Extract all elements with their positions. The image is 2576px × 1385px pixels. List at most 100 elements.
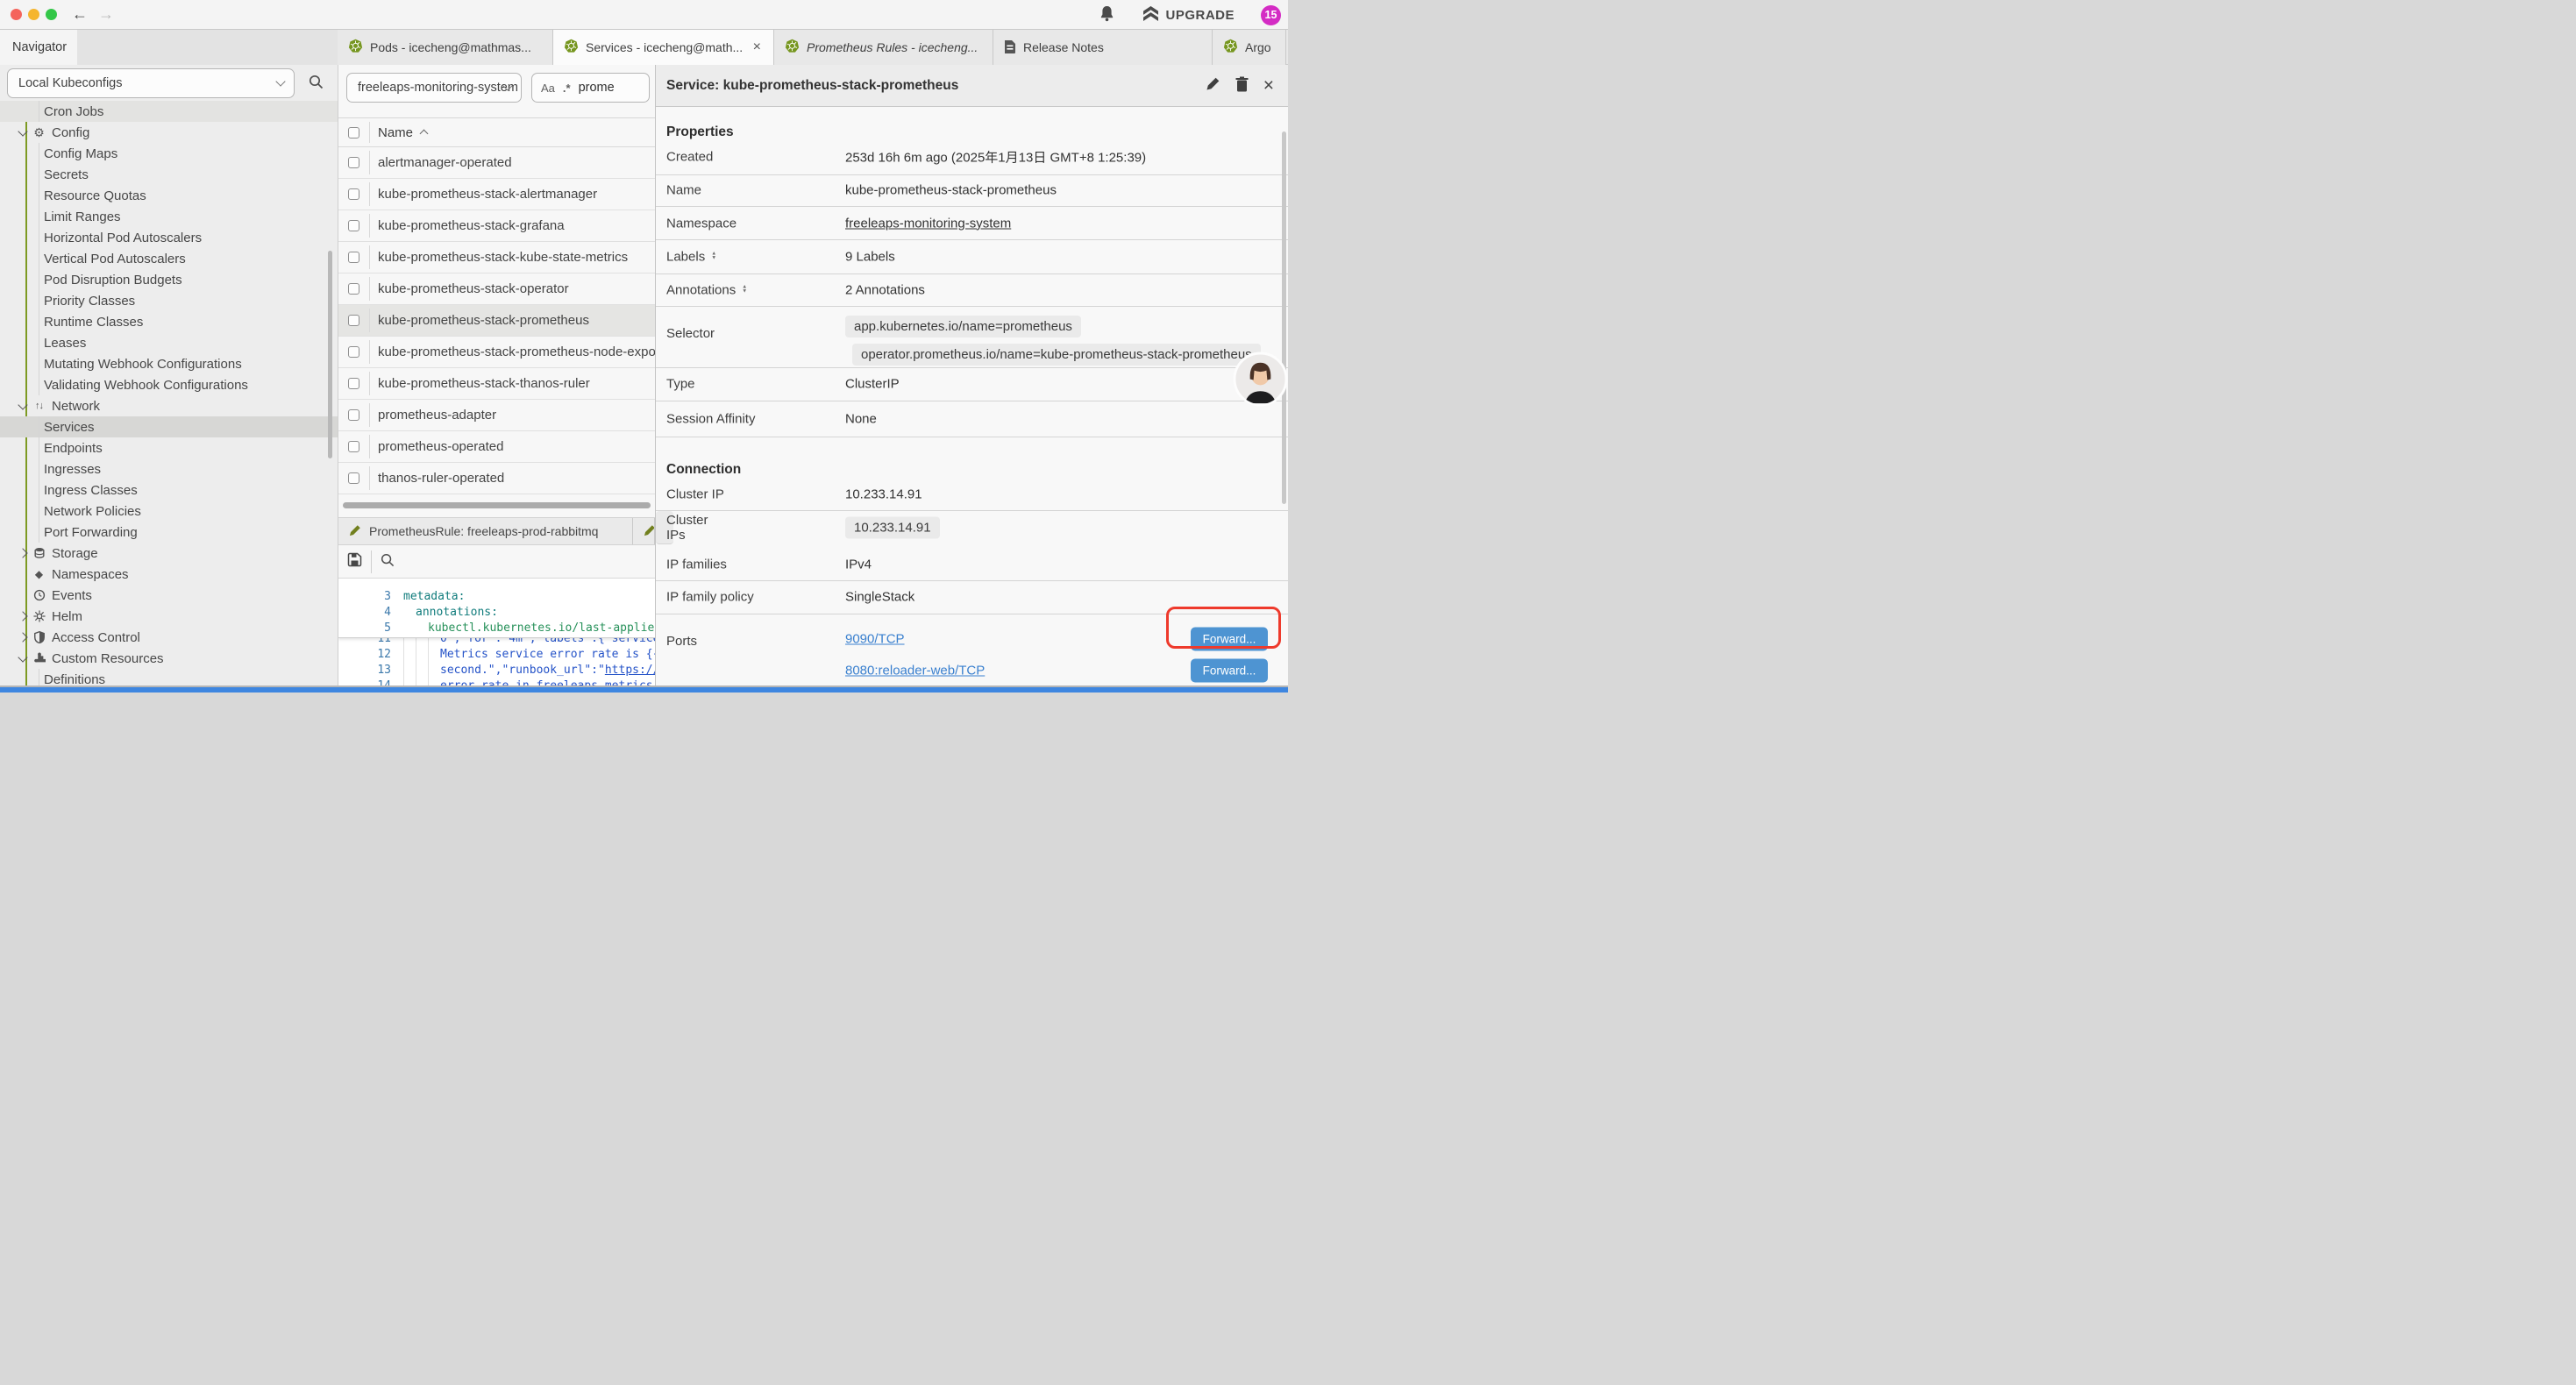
row-checkbox[interactable] <box>348 283 359 295</box>
namespace-link[interactable]: freeleaps-monitoring-system <box>845 216 1011 231</box>
sidebar-item-validating-webhook-configurations[interactable]: Validating Webhook Configurations <box>0 374 338 395</box>
editor-tab-partial[interactable] <box>633 518 655 544</box>
regex-toggle[interactable]: .* <box>563 82 571 95</box>
editor-tab-prometheusrule[interactable]: PrometheusRule: freeleaps-prod-rabbitmq <box>338 518 633 544</box>
sidebar-item-vertical-pod-autoscalers[interactable]: Vertical Pod Autoscalers <box>0 248 338 269</box>
kubeconfig-selector[interactable]: Local Kubeconfigs <box>7 68 295 98</box>
table-row[interactable]: kube-prometheus-stack-operator <box>338 273 655 305</box>
sidebar-item-access-control[interactable]: Access Control <box>0 627 338 648</box>
row-checkbox[interactable] <box>348 188 359 200</box>
sidebar-item-endpoints[interactable]: Endpoints <box>0 437 338 458</box>
table-row[interactable]: thanos-ruler-operated <box>338 463 655 494</box>
port-link[interactable]: 8080:reloader-web/TCP <box>845 663 985 678</box>
sidebar-item-cron-jobs[interactable]: Cron Jobs <box>0 101 338 122</box>
search-icon[interactable] <box>381 553 395 571</box>
sidebar-item-network[interactable]: ↑↓Network <box>0 395 338 416</box>
delete-icon[interactable] <box>1235 76 1249 96</box>
close-window-button[interactable] <box>11 9 22 20</box>
tab-label: Release Notes <box>1023 40 1104 54</box>
close-tab-icon[interactable]: × <box>751 39 763 55</box>
sidebar-item-runtime-classes[interactable]: Runtime Classes <box>0 311 338 332</box>
table-row[interactable]: prometheus-operated <box>338 431 655 463</box>
table-row[interactable]: kube-prometheus-stack-prometheus-node-ex… <box>338 337 655 368</box>
expand-updown-icon[interactable]: ▲▼ <box>742 286 747 295</box>
close-icon[interactable]: × <box>1263 78 1274 93</box>
sidebar-item-config[interactable]: ⚙Config <box>0 122 338 143</box>
row-checkbox[interactable] <box>348 378 359 389</box>
sidebar-scrollbar[interactable] <box>328 251 332 458</box>
code-line-4: 4annotations: <box>338 605 655 621</box>
horizontal-scrollbar[interactable] <box>343 502 651 508</box>
expand-updown-icon[interactable]: ▲▼ <box>711 252 716 261</box>
yaml-editor[interactable]: 110","for":"4m","labels":{"service":12Me… <box>338 579 655 687</box>
maximize-window-button[interactable] <box>46 9 57 20</box>
sidebar-item-events[interactable]: Events <box>0 585 338 606</box>
sidebar-item-definitions[interactable]: Definitions <box>0 669 338 687</box>
table-header[interactable]: Name <box>338 118 655 147</box>
forward-button[interactable]: Forward... <box>1191 658 1268 682</box>
sidebar-item-limit-ranges[interactable]: Limit Ranges <box>0 206 338 227</box>
table-row[interactable]: kube-prometheus-stack-grafana <box>338 210 655 242</box>
service-name: prometheus-operated <box>338 439 503 454</box>
row-checkbox[interactable] <box>348 252 359 263</box>
table-row[interactable]: prometheus-adapter <box>338 400 655 431</box>
filter-input[interactable]: Aa .* prome <box>531 73 650 103</box>
tab-4[interactable]: Argo Se <box>1213 30 1286 65</box>
edit-icon[interactable] <box>1206 76 1220 95</box>
sidebar-item-config-maps[interactable]: Config Maps <box>0 143 338 164</box>
row-checkbox[interactable] <box>348 315 359 326</box>
save-icon[interactable] <box>347 552 362 571</box>
detail-row-labels[interactable]: Labels▲▼9 Labels <box>656 240 1288 274</box>
sidebar-item-services[interactable]: Services <box>0 416 338 437</box>
table-row[interactable]: kube-prometheus-stack-alertmanager <box>338 179 655 210</box>
avatar[interactable] <box>1233 352 1288 407</box>
namespace-selector[interactable]: freeleaps-monitoring-system <box>346 73 522 103</box>
code-line-5: 5kubectl.kubernetes.io/last-applied-co <box>338 621 655 636</box>
sidebar-item-pod-disruption-budgets[interactable]: Pod Disruption Budgets <box>0 269 338 290</box>
select-all-checkbox[interactable] <box>348 127 359 138</box>
table-row[interactable]: alertmanager-operated <box>338 147 655 179</box>
row-checkbox[interactable] <box>348 157 359 168</box>
sidebar-item-port-forwarding[interactable]: Port Forwarding <box>0 522 338 543</box>
forward-arrow-icon[interactable]: → <box>98 4 114 24</box>
search-icon[interactable] <box>309 75 324 93</box>
sidebar-item-priority-classes[interactable]: Priority Classes <box>0 290 338 311</box>
sidebar-item-ingresses[interactable]: Ingresses <box>0 458 338 479</box>
sidebar-item-secrets[interactable]: Secrets <box>0 164 338 185</box>
sidebar-item-storage[interactable]: Storage <box>0 543 338 564</box>
tab-1[interactable]: Services - icecheng@math...× <box>553 30 774 65</box>
table-row[interactable]: kube-prometheus-stack-prometheus <box>338 305 655 337</box>
detail-row-annotations[interactable]: Annotations▲▼2 Annotations <box>656 274 1288 308</box>
detail-scrollbar[interactable] <box>1282 131 1286 504</box>
port-link[interactable]: 9090/TCP <box>845 631 905 646</box>
sidebar-item-mutating-webhook-configurations[interactable]: Mutating Webhook Configurations <box>0 353 338 374</box>
tab-2[interactable]: Prometheus Rules - icecheng... <box>774 30 993 65</box>
sidebar-item-custom-resources[interactable]: Custom Resources <box>0 648 338 669</box>
row-checkbox[interactable] <box>348 346 359 358</box>
row-checkbox[interactable] <box>348 472 359 484</box>
selector-chip: app.kubernetes.io/name=prometheus <box>845 316 1081 337</box>
match-case-toggle[interactable]: Aa <box>541 82 555 95</box>
tab-0[interactable]: Pods - icecheng@mathmas... <box>338 30 553 65</box>
row-checkbox[interactable] <box>348 220 359 231</box>
table-row[interactable]: kube-prometheus-stack-kube-state-metrics <box>338 242 655 273</box>
row-checkbox[interactable] <box>348 409 359 421</box>
minimize-window-button[interactable] <box>28 9 39 20</box>
tab-3[interactable]: Release Notes <box>993 30 1213 65</box>
sidebar-item-network-policies[interactable]: Network Policies <box>0 501 338 522</box>
sidebar-item-leases[interactable]: Leases <box>0 332 338 353</box>
table-row[interactable]: kube-prometheus-stack-thanos-ruler <box>338 368 655 400</box>
back-arrow-icon[interactable]: ← <box>72 4 88 24</box>
bell-icon[interactable] <box>1099 5 1114 25</box>
sidebar-item-helm[interactable]: Helm <box>0 606 338 627</box>
tab-navigator[interactable]: Navigator <box>0 30 77 65</box>
sidebar-item-namespaces[interactable]: ◆Namespaces <box>0 564 338 585</box>
sidebar-item-resource-quotas[interactable]: Resource Quotas <box>0 185 338 206</box>
row-label: Cluster IP <box>666 487 724 501</box>
column-divider <box>369 214 370 238</box>
sidebar-item-ingress-classes[interactable]: Ingress Classes <box>0 479 338 501</box>
sidebar-item-horizontal-pod-autoscalers[interactable]: Horizontal Pod Autoscalers <box>0 227 338 248</box>
row-checkbox[interactable] <box>348 441 359 452</box>
notification-count-badge[interactable]: 15 <box>1261 5 1281 25</box>
upgrade-button[interactable]: UPGRADE <box>1142 6 1235 25</box>
